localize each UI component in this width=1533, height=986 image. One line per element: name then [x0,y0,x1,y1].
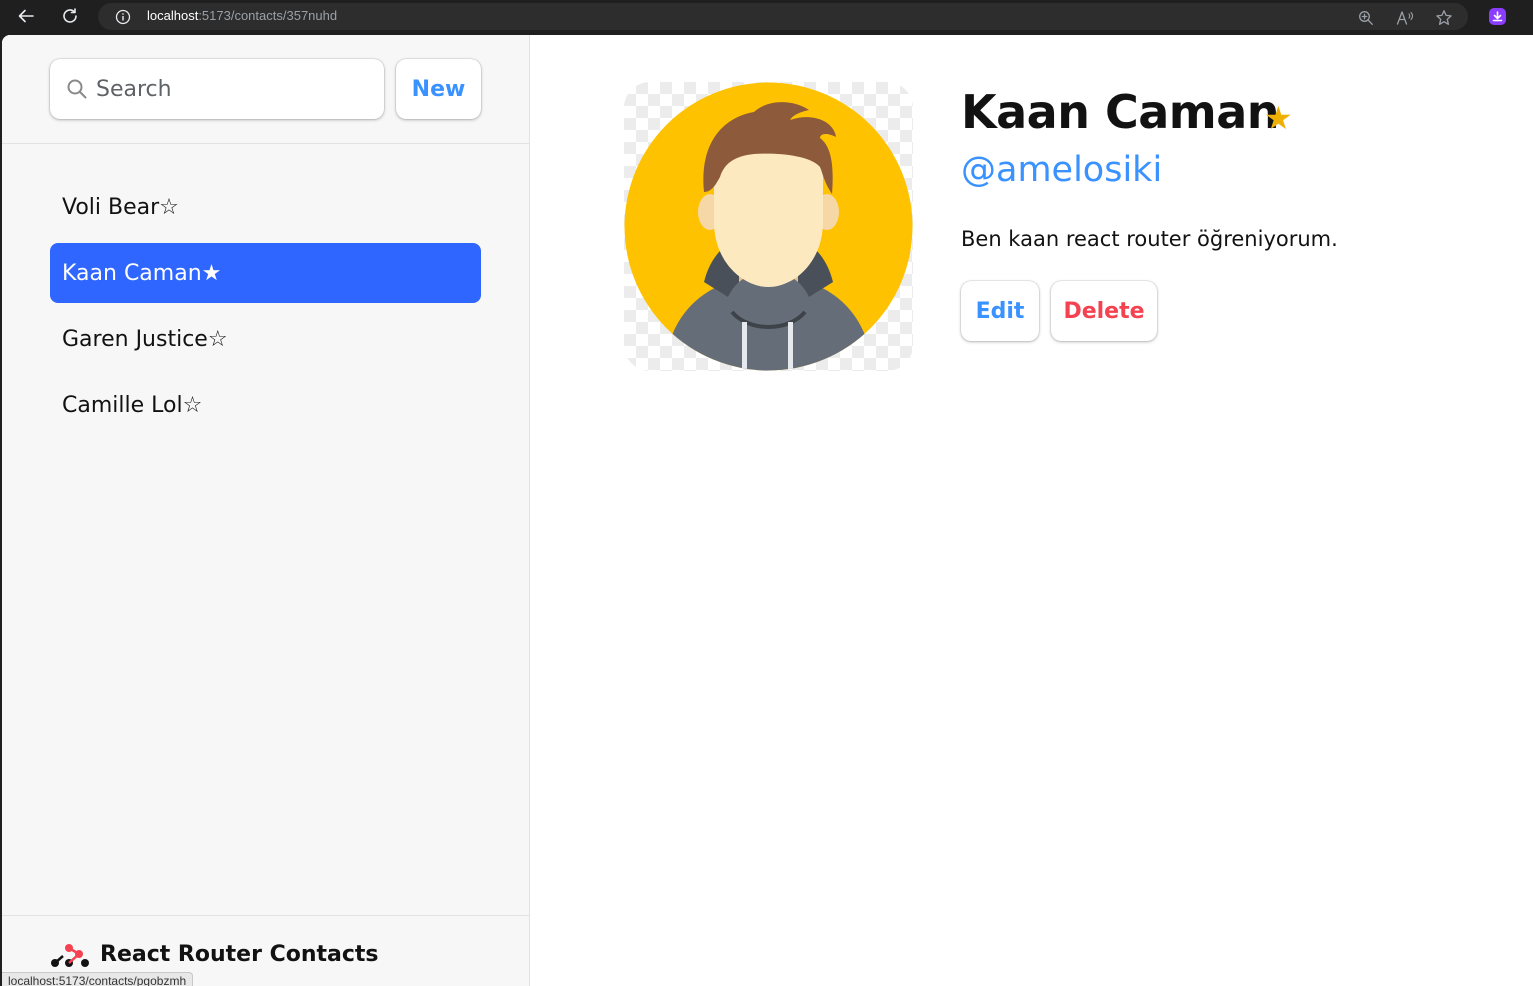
sidebar: New Voli Bear☆ Kaan Caman★ Garen Justice… [2,35,530,986]
favorite-toggle-star-icon[interactable]: ★ [1264,99,1293,137]
address-bar[interactable]: localhost:5173/contacts/357nuhd [98,3,1468,30]
extension-icon[interactable] [1489,8,1506,25]
read-aloud-icon[interactable] [1395,8,1414,27]
react-router-logo [49,943,91,973]
delete-button[interactable]: Delete [1051,281,1157,341]
reload-icon[interactable] [59,5,81,27]
info-icon[interactable] [115,9,131,29]
edit-button[interactable]: Edit [961,281,1039,341]
contact-list-item[interactable]: Camille Lol☆ [50,375,481,435]
avatar-illustration [624,82,913,371]
favorite-star-icon[interactable] [1434,8,1453,27]
contact-list-item[interactable]: Voli Bear☆ [50,177,481,237]
url-text: localhost:5173/contacts/357nuhd [147,8,338,23]
search-box[interactable] [50,59,384,119]
contact-name: Kaan Caman [961,85,1280,139]
avatar [624,82,913,371]
contact-list-item-active[interactable]: Kaan Caman★ [50,243,481,303]
back-icon[interactable] [15,5,37,27]
zoom-icon[interactable] [1356,8,1375,27]
contact-list: Voli Bear☆ Kaan Caman★ Garen Justice☆ Ca… [50,177,481,441]
contact-detail: Kaan Caman ★ @amelosiki Ben kaan react r… [530,35,1533,986]
app-title: React Router Contacts [100,942,379,967]
contact-notes: Ben kaan react router öğreniyorum. [961,227,1338,251]
new-contact-button[interactable]: New [396,59,481,119]
app-window: New Voli Bear☆ Kaan Caman★ Garen Justice… [2,35,1533,986]
search-input[interactable] [96,69,366,109]
status-url-tooltip: localhost:5173/contacts/pgobzmh [2,972,194,986]
search-icon [66,78,88,104]
contact-list-item[interactable]: Garen Justice☆ [50,309,481,369]
sidebar-header: New [2,35,529,144]
browser-toolbar: localhost:5173/contacts/357nuhd [0,0,1533,34]
twitter-handle-link[interactable]: @amelosiki [961,150,1162,190]
